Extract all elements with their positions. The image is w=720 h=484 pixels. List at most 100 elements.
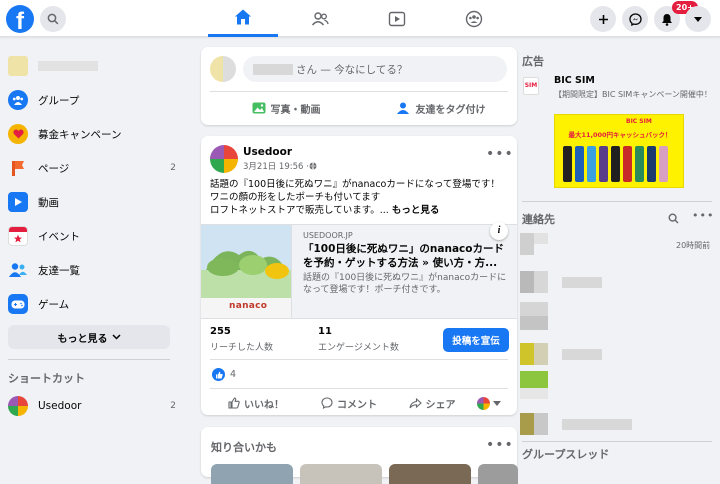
thumbs-up-icon	[228, 397, 240, 409]
tab-friends[interactable]	[285, 0, 355, 37]
divider	[8, 359, 170, 360]
comment-button[interactable]: コメント	[311, 393, 387, 413]
link-description: 話題の『100日後に死ぬワニ』がnanacoカードになって登場です！ポーチ付きで…	[303, 273, 507, 295]
plus-icon	[598, 14, 608, 24]
suggestion-photo[interactable]	[478, 464, 518, 484]
sidebar-item-label: ページ	[38, 162, 70, 175]
post-text-line: 話題の『100日後に死ぬワニ』がnanacoカードになって登場です！	[210, 179, 500, 190]
divider	[210, 359, 508, 360]
post-as-selector[interactable]	[477, 395, 507, 411]
reach-label: リーチした人数	[210, 343, 274, 353]
video-icon	[388, 11, 406, 26]
contact-item[interactable]	[520, 271, 716, 293]
search-button[interactable]	[40, 6, 66, 32]
post-author[interactable]: Usedoor	[243, 146, 292, 158]
logo-letter: f	[16, 8, 24, 33]
info-icon[interactable]: i	[490, 222, 508, 240]
ad-brand[interactable]: BIC SIM	[554, 75, 595, 86]
tag-friend-icon	[396, 102, 409, 114]
create-button[interactable]	[590, 6, 616, 32]
profile-link[interactable]	[8, 51, 176, 81]
link-preview[interactable]: nanaco USEDOOR.JP 「100日後に死ぬワニ」のnanacoカード…	[201, 222, 517, 318]
sidebar-item-video[interactable]: 動画	[8, 187, 176, 217]
globe-icon	[309, 162, 317, 170]
ad-banner[interactable]: BIC SIM 最大11,000円キャッシュバック！	[554, 114, 684, 188]
people-you-may-know: 知り合いかも •••	[201, 427, 518, 484]
sidebar-item-games[interactable]: ゲーム	[8, 289, 176, 319]
phone-image	[647, 146, 656, 182]
tag-friends-button[interactable]: 友達をタグ付け	[376, 97, 506, 119]
see-more-link[interactable]: もっと見る	[392, 205, 440, 216]
tab-groups[interactable]	[439, 0, 509, 37]
tag-label: 友達をタグ付け	[415, 104, 486, 116]
facebook-logo[interactable]: f	[6, 5, 34, 33]
more-options-icon[interactable]: •••	[486, 146, 514, 162]
sidebar-item-fundraisers[interactable]: 募金キャンペーン	[8, 119, 176, 149]
flag-icon	[8, 158, 28, 178]
contact-item[interactable]	[520, 413, 716, 435]
blurred-name	[253, 63, 293, 75]
post-time[interactable]: 3月21日 19:56 ·	[243, 160, 309, 172]
avatar	[520, 371, 548, 399]
suggestion-photo[interactable]	[389, 464, 471, 484]
link-preview-image: nanaco	[201, 225, 291, 318]
see-more-label: もっと見る	[57, 333, 108, 345]
see-more-button[interactable]: もっと見る	[8, 325, 170, 349]
author-avatar[interactable]	[210, 145, 238, 173]
status-input[interactable]: さん — 今なにしてる？	[243, 56, 507, 82]
share-button[interactable]: シェア	[401, 393, 463, 413]
avatar	[520, 343, 548, 365]
sidebar-item-label: 募金キャンペーン	[38, 128, 122, 141]
search-icon	[47, 13, 59, 25]
messenger-button[interactable]	[622, 6, 648, 32]
sidebar-item-events[interactable]: イベント	[8, 221, 176, 251]
post-text-line: ロフトネットストアで販売しています。... もっと見る	[210, 204, 510, 217]
photo-video-button[interactable]: 写真・動画	[231, 97, 341, 119]
phone-image	[575, 146, 584, 182]
boost-post-button[interactable]: 投稿を宣伝	[443, 328, 509, 352]
divider	[291, 225, 292, 318]
contact-item[interactable]	[520, 302, 716, 330]
tab-watch[interactable]	[362, 0, 432, 37]
link-domain: USEDOOR.JP	[303, 231, 353, 240]
search-icon[interactable]	[668, 213, 679, 224]
post-meta: 3月21日 19:56 ·	[243, 160, 317, 172]
friends-icon	[311, 11, 329, 25]
divider	[522, 441, 712, 442]
sidebar-item-label: ゲーム	[38, 298, 70, 311]
reaction-count[interactable]: 4	[230, 369, 236, 380]
shortcut-usedoor[interactable]: Usedoor 2	[8, 391, 176, 421]
avatar-part	[534, 233, 548, 244]
suggestion-photo[interactable]	[300, 464, 382, 484]
avatar	[520, 302, 548, 330]
avatar	[520, 233, 534, 255]
account-menu-button[interactable]	[685, 6, 711, 32]
share-icon	[408, 397, 422, 408]
contact-item[interactable]	[520, 371, 716, 399]
home-icon	[235, 9, 251, 25]
blurred-username	[38, 61, 98, 71]
divider	[210, 91, 508, 92]
caret-down-icon	[493, 400, 501, 406]
like-button[interactable]: いいね！	[221, 393, 291, 413]
link-title: 「100日後に死ぬワニ」のnanacoカードを予約・ゲットする方法 » 使い方・…	[303, 243, 504, 269]
tab-home[interactable]	[208, 0, 278, 37]
contact-item[interactable]: 20時間前	[520, 233, 716, 255]
suggestion-photo[interactable]	[211, 464, 293, 484]
more-options-icon[interactable]: •••	[486, 437, 514, 453]
phone-image	[635, 146, 644, 182]
post-text-line: ワニの顔の形をしたポーチも付いてます	[210, 192, 381, 203]
sidebar-item-pages[interactable]: ページ 2	[8, 153, 176, 183]
sidebar-item-friends[interactable]: 友達一覧	[8, 255, 176, 285]
blurred-contact-name	[562, 277, 602, 288]
phone-image	[659, 146, 668, 182]
bic-sim-logo[interactable]: SIM	[523, 77, 539, 95]
phone-image	[599, 146, 608, 182]
post-card: Usedoor 3月21日 19:56 · ••• 話題の『100日後に死ぬワニ…	[201, 136, 517, 415]
photo-label: 写真・動画	[270, 104, 321, 116]
sidebar-item-groups[interactable]: グループ	[8, 85, 176, 115]
phone-image	[623, 146, 632, 182]
more-options-icon[interactable]: •••	[692, 209, 714, 222]
contacts-title: 連絡先	[522, 213, 555, 226]
contact-item[interactable]	[520, 343, 716, 365]
